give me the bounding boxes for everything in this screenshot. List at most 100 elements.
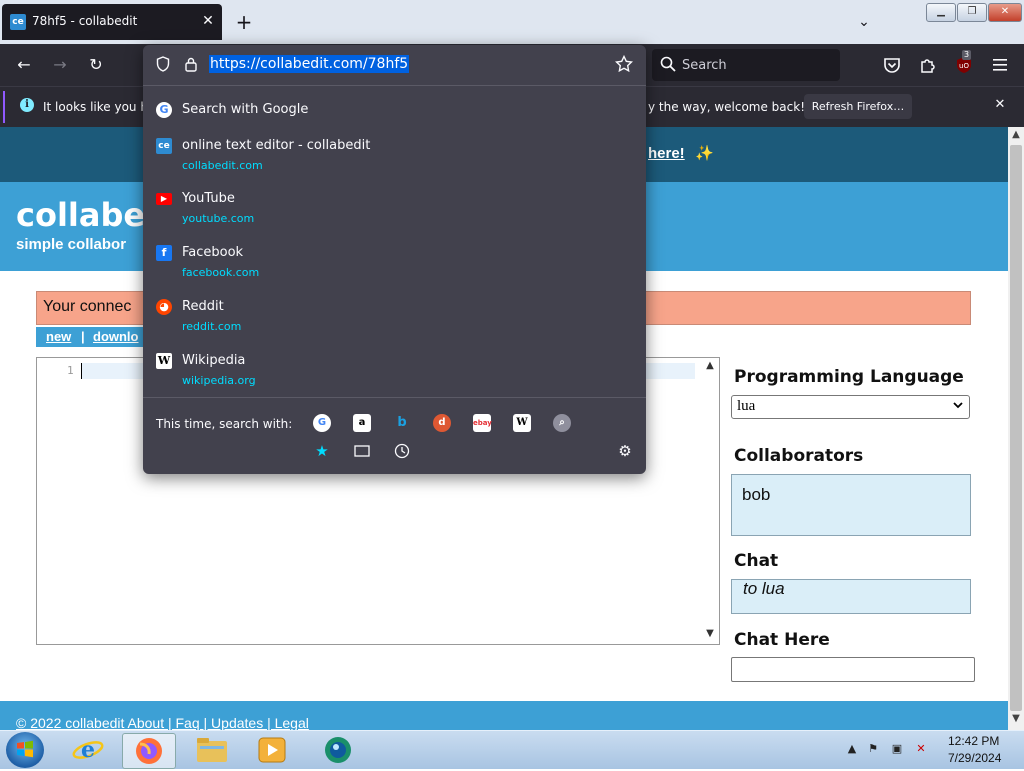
amazon-icon[interactable]: a xyxy=(353,414,371,432)
scroll-down-icon[interactable]: ▼ xyxy=(1008,713,1024,724)
divider xyxy=(143,397,646,398)
ie-icon[interactable]: e xyxy=(62,733,114,767)
scrollbar-thumb[interactable] xyxy=(1010,145,1022,711)
shield-icon[interactable] xyxy=(155,56,171,72)
site-tagline: simple collabor xyxy=(16,236,127,253)
footer-links[interactable]: © 2022 collabedit About | Faq | Updates … xyxy=(16,715,309,730)
address-bar-dropdown: https://collabedit.com/78hf5 G Search wi… xyxy=(143,45,646,474)
window-minimize-button[interactable]: ▁ xyxy=(926,3,956,22)
scroll-up-icon[interactable]: ▲ xyxy=(1008,129,1024,140)
chat-here-heading: Chat Here xyxy=(734,630,830,650)
suggestion-title: Wikipedia xyxy=(182,353,246,368)
announcement-link[interactable]: here! xyxy=(648,145,685,162)
programming-language-heading: Programming Language xyxy=(734,367,964,387)
magnifier-icon xyxy=(660,56,676,72)
clock-time[interactable]: 12:42 PM xyxy=(948,734,999,748)
suggestion-facebook[interactable]: f Facebook facebook.com xyxy=(143,239,646,291)
notification-close-icon[interactable]: ✕ xyxy=(992,97,1008,113)
forward-arrow-icon[interactable]: → xyxy=(48,53,72,77)
notification-text-end: y the way, welcome back! xyxy=(648,100,806,114)
search-placeholder: Search xyxy=(682,58,727,73)
tabs-icon[interactable] xyxy=(353,442,371,460)
window-maximize-button[interactable]: ❐ xyxy=(957,3,987,22)
reload-icon[interactable]: ↻ xyxy=(84,53,108,77)
suggestion-wikipedia[interactable]: W Wikipedia wikipedia.org xyxy=(143,347,646,399)
window-close-button[interactable]: ✕ xyxy=(988,3,1022,22)
windows-logo-icon xyxy=(17,740,33,758)
browser-tab[interactable]: ce 78hf5 - collabedit ✕ xyxy=(2,4,222,40)
tab-list-chevron-icon[interactable]: ⌄ xyxy=(852,10,876,34)
pocket-icon[interactable] xyxy=(880,53,904,77)
back-arrow-icon[interactable]: ← xyxy=(12,53,36,77)
action-center-flag-icon[interactable]: ⚑ xyxy=(866,742,880,756)
google-icon: G xyxy=(156,102,172,118)
bing-icon[interactable]: b xyxy=(393,414,411,432)
volume-muted-icon[interactable]: ✕ xyxy=(914,742,928,756)
chat-log: to lua xyxy=(731,579,971,614)
show-hidden-icons-icon[interactable]: ▲ xyxy=(845,742,859,756)
language-select[interactable]: lua xyxy=(731,395,970,419)
language-selected-value: lua xyxy=(737,398,756,414)
google-icon[interactable]: G xyxy=(313,414,331,432)
suggestion-url: collabedit.com xyxy=(182,159,263,172)
suggestion-title: Search with Google xyxy=(182,102,309,117)
editor-scrollbar[interactable]: ▲ ▼ xyxy=(702,358,718,644)
sparkles-icon: ✨ xyxy=(695,144,714,162)
duckduckgo-icon[interactable]: d xyxy=(433,414,451,432)
line-number: 1 xyxy=(67,364,74,377)
collaborators-list: bob xyxy=(731,474,971,536)
start-button[interactable] xyxy=(6,732,44,768)
lock-icon[interactable] xyxy=(183,56,199,72)
collaborator-name: bob xyxy=(742,485,771,504)
suggestion-reddit[interactable]: ◕ Reddit reddit.com xyxy=(143,293,646,345)
collaborators-heading: Collaborators xyxy=(734,446,864,466)
new-tab-button[interactable]: + xyxy=(232,10,256,34)
search-box[interactable]: Search xyxy=(652,49,840,81)
suggestion-youtube[interactable]: ▶ YouTube youtube.com xyxy=(143,185,646,237)
suggestion-url: reddit.com xyxy=(182,320,242,333)
explorer-icon[interactable] xyxy=(186,733,238,767)
app-icon[interactable] xyxy=(312,733,364,767)
ebay-icon[interactable]: ebay xyxy=(473,414,492,432)
suggestion-url: youtube.com xyxy=(182,212,255,225)
search-engine-icon[interactable]: ⌕ xyxy=(553,414,571,432)
tab-close-icon[interactable]: ✕ xyxy=(198,11,218,31)
svg-text:e: e xyxy=(81,737,95,763)
network-icon[interactable]: ▣ xyxy=(890,742,904,756)
youtube-icon: ▶ xyxy=(156,193,172,205)
svg-text:uO: uO xyxy=(959,62,969,70)
wikipedia-icon: W xyxy=(156,353,172,369)
history-clock-icon[interactable] xyxy=(393,442,411,460)
media-player-icon[interactable] xyxy=(246,733,298,767)
extension-badge-count: 3 xyxy=(962,50,972,60)
site-logo[interactable]: collabe xyxy=(16,196,145,234)
page-scrollbar[interactable]: ▲ ▼ xyxy=(1008,127,1024,730)
gear-icon[interactable]: ⚙ xyxy=(616,442,634,460)
notification-accent xyxy=(3,91,5,123)
extensions-icon[interactable] xyxy=(916,53,940,77)
scroll-up-icon[interactable]: ▲ xyxy=(702,360,718,371)
editor-links-bar: new | downlo xyxy=(36,327,144,347)
suggestion-title: online text editor - collabedit xyxy=(182,138,371,153)
suggestion-url: wikipedia.org xyxy=(182,374,256,387)
suggestion-title: YouTube xyxy=(182,191,235,206)
download-link[interactable]: downlo xyxy=(93,329,139,344)
wikipedia-icon[interactable]: W xyxy=(513,414,531,432)
bookmarks-star-icon[interactable]: ★ xyxy=(313,442,331,460)
new-link[interactable]: new xyxy=(46,329,71,344)
url-text[interactable]: https://collabedit.com/78hf5 xyxy=(209,55,410,73)
collabedit-favicon-icon: ce xyxy=(10,14,26,30)
tab-title: 78hf5 - collabedit xyxy=(32,14,138,28)
hamburger-menu-icon[interactable] xyxy=(988,53,1012,77)
chat-input[interactable] xyxy=(731,657,975,682)
suggestion-collabedit[interactable]: ce online text editor - collabedit colla… xyxy=(143,132,646,184)
bookmark-star-icon[interactable] xyxy=(614,54,634,73)
clock-date[interactable]: 7/29/2024 xyxy=(948,751,1001,765)
scroll-down-icon[interactable]: ▼ xyxy=(702,628,718,639)
firefox-icon[interactable] xyxy=(122,733,176,769)
reddit-icon: ◕ xyxy=(156,299,172,315)
site-footer: © 2022 collabedit About | Faq | Updates … xyxy=(0,701,1008,730)
address-bar[interactable]: https://collabedit.com/78hf5 xyxy=(143,45,646,85)
refresh-firefox-button[interactable]: Refresh Firefox… xyxy=(804,94,912,119)
link-separator: | xyxy=(81,329,85,344)
